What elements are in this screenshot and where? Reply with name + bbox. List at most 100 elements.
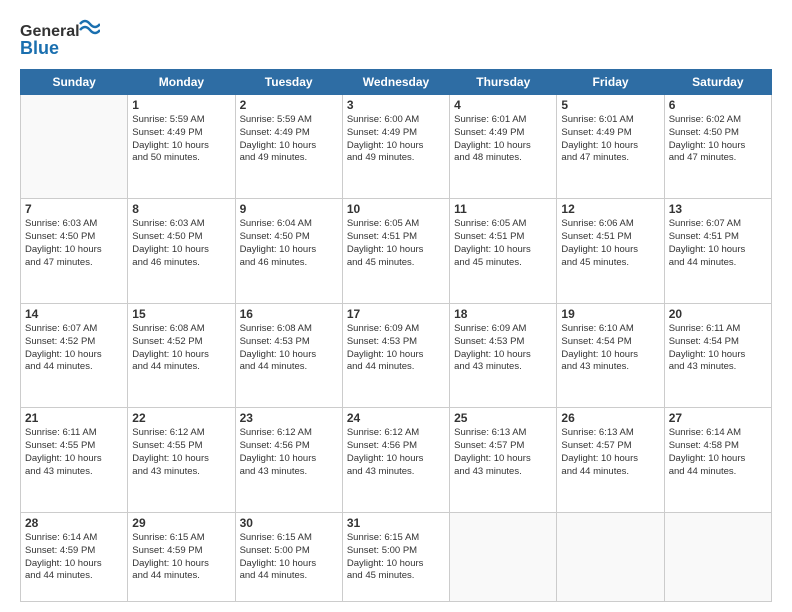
day-number: 15 bbox=[132, 307, 230, 321]
day-info: Sunrise: 6:12 AM Sunset: 4:56 PM Dayligh… bbox=[347, 427, 445, 478]
calendar-cell: 2 Sunrise: 5:59 AM Sunset: 4:49 PM Daylig… bbox=[235, 95, 342, 199]
day-number: 20 bbox=[669, 307, 767, 321]
calendar-week-row: 14 Sunrise: 6:07 AM Sunset: 4:52 PM Dayli… bbox=[21, 303, 772, 407]
day-info: Sunrise: 6:05 AM Sunset: 4:51 PM Dayligh… bbox=[454, 218, 552, 269]
calendar-cell: 9 Sunrise: 6:04 AM Sunset: 4:50 PM Daylig… bbox=[235, 199, 342, 303]
day-number: 25 bbox=[454, 411, 552, 425]
calendar-cell: 30Sunrise: 6:15 AM Sunset: 5:00 PM Dayli… bbox=[235, 512, 342, 601]
calendar-week-row: 1 Sunrise: 5:59 AM Sunset: 4:49 PM Daylig… bbox=[21, 95, 772, 199]
day-info: Sunrise: 6:07 AM Sunset: 4:51 PM Dayligh… bbox=[669, 218, 767, 269]
calendar-cell: 27 Sunrise: 6:14 AM Sunset: 4:58 PM Dayli… bbox=[664, 408, 771, 512]
calendar-cell: 12Sunrise: 6:06 AM Sunset: 4:51 PM Dayli… bbox=[557, 199, 664, 303]
calendar-cell bbox=[21, 95, 128, 199]
day-number: 10 bbox=[347, 202, 445, 216]
calendar-cell: 24 Sunrise: 6:12 AM Sunset: 4:56 PM Dayli… bbox=[342, 408, 449, 512]
calendar-cell bbox=[664, 512, 771, 601]
day-number: 29 bbox=[132, 516, 230, 530]
calendar-cell: 6 Sunrise: 6:02 AM Sunset: 4:50 PM Daylig… bbox=[664, 95, 771, 199]
calendar-cell: 21 Sunrise: 6:11 AM Sunset: 4:55 PM Dayli… bbox=[21, 408, 128, 512]
calendar-cell: 1 Sunrise: 5:59 AM Sunset: 4:49 PM Daylig… bbox=[128, 95, 235, 199]
day-info: Sunrise: 6:07 AM Sunset: 4:52 PM Dayligh… bbox=[25, 323, 123, 374]
calendar-week-row: 21 Sunrise: 6:11 AM Sunset: 4:55 PM Dayli… bbox=[21, 408, 772, 512]
calendar-cell: 28 Sunrise: 6:14 AM Sunset: 4:59 PM Dayli… bbox=[21, 512, 128, 601]
calendar-cell: 18 Sunrise: 6:09 AM Sunset: 4:53 PM Dayli… bbox=[450, 303, 557, 407]
day-number: 18 bbox=[454, 307, 552, 321]
day-info: Sunrise: 6:15 AM Sunset: 5:00 PM Dayligh… bbox=[240, 532, 338, 583]
calendar-cell: 11 Sunrise: 6:05 AM Sunset: 4:51 PM Dayli… bbox=[450, 199, 557, 303]
day-number: 21 bbox=[25, 411, 123, 425]
calendar-cell: 13 Sunrise: 6:07 AM Sunset: 4:51 PM Dayli… bbox=[664, 199, 771, 303]
logo: General Blue bbox=[20, 16, 100, 61]
weekday-header: Sunday bbox=[21, 70, 128, 95]
day-number: 19 bbox=[561, 307, 659, 321]
day-number: 16 bbox=[240, 307, 338, 321]
day-number: 5 bbox=[561, 98, 659, 112]
day-info: Sunrise: 6:03 AM Sunset: 4:50 PM Dayligh… bbox=[25, 218, 123, 269]
day-info: Sunrise: 6:09 AM Sunset: 4:53 PM Dayligh… bbox=[347, 323, 445, 374]
day-info: Sunrise: 6:15 AM Sunset: 4:59 PM Dayligh… bbox=[132, 532, 230, 583]
day-info: Sunrise: 6:02 AM Sunset: 4:50 PM Dayligh… bbox=[669, 114, 767, 165]
day-number: 9 bbox=[240, 202, 338, 216]
day-number: 13 bbox=[669, 202, 767, 216]
day-info: Sunrise: 6:11 AM Sunset: 4:55 PM Dayligh… bbox=[25, 427, 123, 478]
day-info: Sunrise: 5:59 AM Sunset: 4:49 PM Dayligh… bbox=[132, 114, 230, 165]
calendar-cell: 15Sunrise: 6:08 AM Sunset: 4:52 PM Dayli… bbox=[128, 303, 235, 407]
day-info: Sunrise: 6:09 AM Sunset: 4:53 PM Dayligh… bbox=[454, 323, 552, 374]
calendar-cell: 5 Sunrise: 6:01 AM Sunset: 4:49 PM Daylig… bbox=[557, 95, 664, 199]
day-number: 3 bbox=[347, 98, 445, 112]
calendar-cell: 26 Sunrise: 6:13 AM Sunset: 4:57 PM Dayli… bbox=[557, 408, 664, 512]
day-number: 31 bbox=[347, 516, 445, 530]
calendar-week-row: 7 Sunrise: 6:03 AM Sunset: 4:50 PM Daylig… bbox=[21, 199, 772, 303]
weekday-header: Monday bbox=[128, 70, 235, 95]
day-number: 26 bbox=[561, 411, 659, 425]
header-row: SundayMondayTuesdayWednesdayThursdayFrid… bbox=[21, 70, 772, 95]
day-number: 24 bbox=[347, 411, 445, 425]
calendar-cell: 31Sunrise: 6:15 AM Sunset: 5:00 PM Dayli… bbox=[342, 512, 449, 601]
day-info: Sunrise: 6:01 AM Sunset: 4:49 PM Dayligh… bbox=[454, 114, 552, 165]
day-info: Sunrise: 6:05 AM Sunset: 4:51 PM Dayligh… bbox=[347, 218, 445, 269]
day-number: 22 bbox=[132, 411, 230, 425]
weekday-header: Saturday bbox=[664, 70, 771, 95]
day-number: 7 bbox=[25, 202, 123, 216]
day-info: Sunrise: 6:00 AM Sunset: 4:49 PM Dayligh… bbox=[347, 114, 445, 165]
day-info: Sunrise: 6:12 AM Sunset: 4:56 PM Dayligh… bbox=[240, 427, 338, 478]
calendar-cell: 22Sunrise: 6:12 AM Sunset: 4:55 PM Dayli… bbox=[128, 408, 235, 512]
logo-svg: General Blue bbox=[20, 16, 100, 61]
day-number: 14 bbox=[25, 307, 123, 321]
day-info: Sunrise: 6:08 AM Sunset: 4:53 PM Dayligh… bbox=[240, 323, 338, 374]
day-number: 11 bbox=[454, 202, 552, 216]
calendar-cell bbox=[557, 512, 664, 601]
day-number: 1 bbox=[132, 98, 230, 112]
calendar-cell: 29 Sunrise: 6:15 AM Sunset: 4:59 PM Dayli… bbox=[128, 512, 235, 601]
day-number: 23 bbox=[240, 411, 338, 425]
calendar-cell: 16 Sunrise: 6:08 AM Sunset: 4:53 PM Dayli… bbox=[235, 303, 342, 407]
calendar-week-row: 28 Sunrise: 6:14 AM Sunset: 4:59 PM Dayli… bbox=[21, 512, 772, 601]
day-info: Sunrise: 6:14 AM Sunset: 4:59 PM Dayligh… bbox=[25, 532, 123, 583]
day-info: Sunrise: 6:06 AM Sunset: 4:51 PM Dayligh… bbox=[561, 218, 659, 269]
calendar-table: SundayMondayTuesdayWednesdayThursdayFrid… bbox=[20, 69, 772, 602]
day-number: 6 bbox=[669, 98, 767, 112]
day-info: Sunrise: 6:13 AM Sunset: 4:57 PM Dayligh… bbox=[561, 427, 659, 478]
calendar-cell: 8Sunrise: 6:03 AM Sunset: 4:50 PM Daylig… bbox=[128, 199, 235, 303]
weekday-header: Wednesday bbox=[342, 70, 449, 95]
calendar-cell: 7 Sunrise: 6:03 AM Sunset: 4:50 PM Daylig… bbox=[21, 199, 128, 303]
day-number: 27 bbox=[669, 411, 767, 425]
calendar-cell: 10 Sunrise: 6:05 AM Sunset: 4:51 PM Dayli… bbox=[342, 199, 449, 303]
calendar-cell: 3 Sunrise: 6:00 AM Sunset: 4:49 PM Daylig… bbox=[342, 95, 449, 199]
calendar-cell: 14 Sunrise: 6:07 AM Sunset: 4:52 PM Dayli… bbox=[21, 303, 128, 407]
day-number: 2 bbox=[240, 98, 338, 112]
day-info: Sunrise: 6:14 AM Sunset: 4:58 PM Dayligh… bbox=[669, 427, 767, 478]
weekday-header: Thursday bbox=[450, 70, 557, 95]
header: General Blue bbox=[20, 16, 772, 61]
day-info: Sunrise: 6:13 AM Sunset: 4:57 PM Dayligh… bbox=[454, 427, 552, 478]
day-info: Sunrise: 5:59 AM Sunset: 4:49 PM Dayligh… bbox=[240, 114, 338, 165]
calendar-cell bbox=[450, 512, 557, 601]
day-info: Sunrise: 6:11 AM Sunset: 4:54 PM Dayligh… bbox=[669, 323, 767, 374]
day-info: Sunrise: 6:04 AM Sunset: 4:50 PM Dayligh… bbox=[240, 218, 338, 269]
svg-text:Blue: Blue bbox=[20, 38, 59, 58]
day-info: Sunrise: 6:01 AM Sunset: 4:49 PM Dayligh… bbox=[561, 114, 659, 165]
calendar-cell: 17Sunrise: 6:09 AM Sunset: 4:53 PM Dayli… bbox=[342, 303, 449, 407]
day-number: 8 bbox=[132, 202, 230, 216]
day-info: Sunrise: 6:10 AM Sunset: 4:54 PM Dayligh… bbox=[561, 323, 659, 374]
day-number: 28 bbox=[25, 516, 123, 530]
